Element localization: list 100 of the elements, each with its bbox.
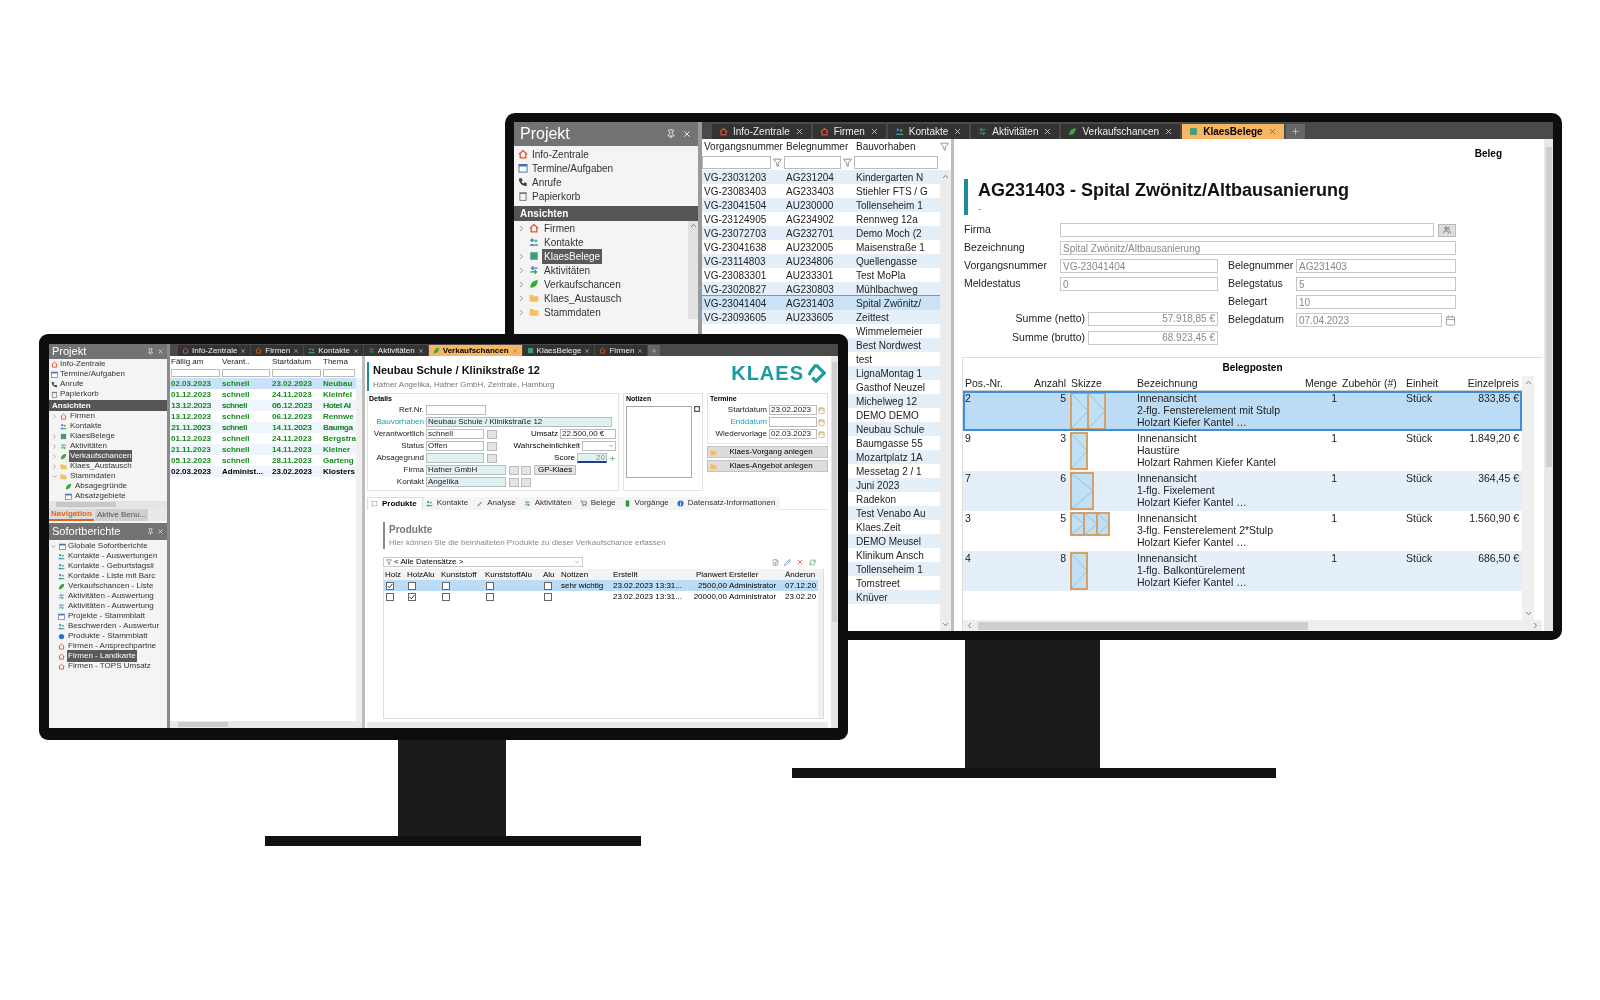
column-header[interactable]: Fällig am bbox=[170, 356, 221, 368]
table-row[interactable]: 13.12.2023 schnell 06.12.2023 Hotel Al bbox=[170, 400, 356, 411]
tree-item[interactable]: Produkte - Stammblatt bbox=[67, 630, 149, 642]
filter-dropdown[interactable]: < Alle Datensätze > bbox=[383, 557, 583, 567]
column-header[interactable]: Zubehör (#) bbox=[1340, 376, 1404, 392]
column-header[interactable]: Einzelpreis bbox=[1446, 376, 1522, 392]
table-cell[interactable]: Tomstreet bbox=[854, 576, 940, 590]
tree-item[interactable]: Verkaufschancen - Liste bbox=[67, 580, 155, 592]
checkbox[interactable] bbox=[486, 593, 494, 601]
column-header[interactable]: Erstellt bbox=[612, 569, 690, 581]
pin-icon[interactable] bbox=[147, 348, 154, 355]
tab[interactable]: Firmen bbox=[812, 124, 886, 139]
column-header[interactable]: Bauvorhaben bbox=[854, 139, 940, 154]
checkbox[interactable] bbox=[544, 582, 552, 590]
tree-item[interactable]: Projekte - Stammblatt bbox=[67, 610, 146, 622]
close-icon[interactable] bbox=[417, 347, 424, 354]
table-cell[interactable]: Radekon bbox=[854, 492, 940, 506]
close-icon[interactable] bbox=[682, 129, 692, 139]
tree-item[interactable]: Kontakte bbox=[542, 234, 586, 250]
nav-link[interactable]: Termine/Aufgaben bbox=[514, 161, 698, 175]
checkbox[interactable] bbox=[544, 593, 552, 601]
text-field[interactable]: schnell bbox=[426, 429, 484, 439]
text-field[interactable]: 10 bbox=[1296, 295, 1456, 309]
column-header[interactable]: Thema bbox=[322, 356, 356, 368]
checkbox[interactable] bbox=[442, 593, 450, 601]
close-icon[interactable] bbox=[869, 127, 879, 136]
filter-field[interactable] bbox=[323, 368, 355, 377]
tab[interactable]: Aktivitäten bbox=[520, 496, 577, 510]
column-header[interactable]: Planwert bbox=[690, 569, 728, 581]
tree-item[interactable]: KlaesBelege bbox=[69, 430, 116, 442]
text-field[interactable]: Spital Zwönitz/Altbausanierung bbox=[1060, 241, 1456, 255]
scroll-thumb[interactable] bbox=[56, 502, 116, 507]
tree-item[interactable]: Aktivitäten - Auswertung bbox=[67, 590, 155, 602]
nav-link[interactable]: Info-Zentrale bbox=[514, 147, 698, 161]
table-row[interactable]: 01.12.2023 schnell 24.11.2023 Bergstra bbox=[170, 433, 356, 444]
column-header[interactable]: Vorgangsnummer bbox=[702, 139, 784, 154]
text-field[interactable]: Angelika bbox=[426, 477, 506, 487]
tree-item[interactable]: Firmen - Landkarte bbox=[67, 650, 137, 662]
tab[interactable]: Aktivitäten bbox=[363, 345, 428, 356]
calendar-icon[interactable] bbox=[818, 430, 825, 438]
close-icon[interactable] bbox=[794, 127, 804, 136]
delete-icon[interactable] bbox=[796, 558, 804, 566]
tab[interactable]: Vorgänge bbox=[620, 496, 674, 510]
tree-item[interactable]: KlaesBelege bbox=[542, 248, 603, 264]
table-cell[interactable]: Klaes.Zeit bbox=[854, 520, 940, 534]
table-cell[interactable]: Klinikum Ansch bbox=[854, 548, 940, 562]
filter-field[interactable] bbox=[171, 368, 220, 377]
scroll-thumb[interactable] bbox=[832, 362, 837, 622]
table-row[interactable]: 05.12.2023 schnell 28.11.2023 Garteng bbox=[170, 455, 356, 466]
tree-item[interactable]: Beschwerden - Auswertur bbox=[67, 620, 161, 632]
text-field[interactable]: VG-23041404 bbox=[1060, 259, 1218, 273]
table-row[interactable]: VG-23072703 AG232701 Demo Moch (2 bbox=[702, 226, 940, 240]
action-button[interactable]: Klaes-Angebot anlegen bbox=[707, 460, 828, 472]
tree-item[interactable]: Klaes_Austausch bbox=[69, 460, 133, 472]
scroll-right-icon[interactable] bbox=[1531, 621, 1540, 630]
tree-item[interactable]: Firmen bbox=[542, 220, 578, 236]
column-header[interactable]: Anzahl bbox=[1025, 376, 1069, 392]
table-row[interactable]: 7 6 Innenansicht 1-flg. Fixelement Holzart Kiefer Kantel … 1 Stück 364,45 € bbox=[963, 471, 1522, 511]
scroll-thumb[interactable] bbox=[1545, 147, 1552, 467]
tree-item[interactable]: Kontakte - Liste mit Barc bbox=[67, 570, 157, 582]
table-row[interactable]: sehr wichtig 23.02.2023 13:31... 2500,00 Administrator 07.12.20 bbox=[384, 580, 818, 591]
pin-icon[interactable] bbox=[666, 129, 676, 139]
scroll-up-icon[interactable] bbox=[688, 221, 698, 230]
gp-button[interactable]: GP-Klaes bbox=[534, 465, 577, 475]
column-header[interactable]: Verant.. bbox=[221, 356, 271, 368]
checkbox[interactable] bbox=[486, 582, 494, 590]
table-row[interactable]: 9 3 Innenansicht Haustüre Holzart Rahmen Kiefer Kantel 1 Stück 1.849,20 € bbox=[963, 431, 1522, 471]
tree-item[interactable]: Kontakte - Geburtstagsli bbox=[67, 560, 155, 572]
calendar-icon[interactable] bbox=[818, 418, 825, 426]
table-cell[interactable]: Neubau Schule bbox=[854, 422, 940, 436]
tree-item[interactable]: Absagegründe bbox=[74, 480, 129, 492]
tree-item[interactable]: Firmen - TOPS Umsatz bbox=[67, 660, 152, 672]
tab[interactable]: KlaesBelege bbox=[522, 345, 595, 356]
calendar-icon[interactable] bbox=[818, 406, 825, 414]
column-header[interactable]: Bezeichnung bbox=[1135, 376, 1300, 392]
scroll-up-icon[interactable] bbox=[941, 172, 950, 181]
filter-field[interactable] bbox=[702, 155, 771, 169]
column-header[interactable]: Kunststoff bbox=[440, 569, 484, 581]
tree-item[interactable]: Verkaufschancen bbox=[542, 276, 623, 292]
checkbox[interactable] bbox=[386, 582, 394, 590]
table-row[interactable]: 13.12.2023 schnell 06.12.2023 Rennwe bbox=[170, 411, 356, 422]
nav-link[interactable]: Termine/Aufgaben bbox=[49, 369, 167, 379]
action-button[interactable]: Klaes-Vorgang anlegen bbox=[707, 446, 828, 458]
table-row[interactable]: VG-23041404 AG231403 Spital Zwönitz/ bbox=[702, 296, 940, 310]
table-row[interactable]: VG-23114803 AU234806 Quellengasse bbox=[702, 254, 940, 268]
scroll-up-icon[interactable] bbox=[1523, 378, 1533, 387]
table-cell[interactable]: LignaMontag 1 bbox=[854, 366, 940, 380]
table-cell[interactable]: Knüver bbox=[854, 590, 940, 604]
nav-link[interactable]: Info-Zentrale bbox=[49, 359, 167, 369]
edit-icon[interactable] bbox=[784, 558, 791, 566]
scroll-thumb[interactable] bbox=[978, 621, 1308, 630]
checkbox[interactable] bbox=[408, 582, 416, 590]
new-file-icon[interactable] bbox=[772, 558, 779, 566]
checkbox[interactable] bbox=[442, 582, 450, 590]
tab[interactable]: Kontakte bbox=[887, 124, 970, 139]
table-row[interactable]: 02.03.2023 schnell 23.02.2023 Neubau bbox=[170, 378, 356, 389]
tree-item[interactable]: Aktivitäten bbox=[542, 262, 593, 278]
scroll-down-icon[interactable] bbox=[1523, 609, 1533, 618]
notes-field[interactable] bbox=[626, 406, 692, 478]
table-row[interactable]: VG-23093605 AU233605 Zeittest bbox=[702, 310, 940, 324]
